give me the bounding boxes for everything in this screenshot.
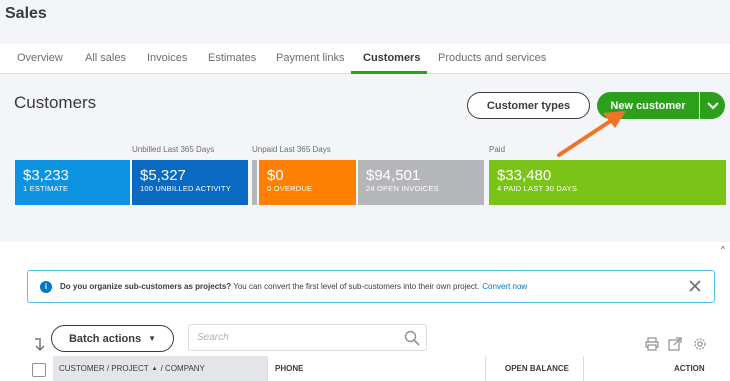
paid-subtext: 4 PAID LAST 30 DAYS — [497, 184, 578, 193]
banner-text: Do you organize sub-customers as project… — [60, 282, 479, 291]
paid-tile[interactable]: $33,480 4 PAID LAST 30 DAYS — [489, 160, 726, 205]
unpaid-bar-edge — [252, 160, 257, 205]
overdue-amount: $0 — [267, 167, 284, 184]
tab-invoices[interactable]: Invoices — [147, 52, 187, 64]
export-icon[interactable] — [668, 337, 682, 351]
column-divider — [583, 356, 584, 381]
open-invoices-subtext: 24 OPEN INVOICES — [366, 184, 439, 193]
estimate-amount: $3,233 — [23, 167, 69, 184]
gear-icon[interactable] — [693, 337, 707, 351]
paid-section-label: Paid — [489, 145, 506, 154]
unbilled-section-label: Unbilled Last 365 Days — [132, 145, 215, 154]
sub-customers-banner: i Do you organize sub-customers as proje… — [27, 270, 715, 303]
open-invoices-tile[interactable]: $94,501 24 OPEN INVOICES — [358, 160, 484, 205]
collapse-rows-icon[interactable] — [34, 336, 46, 352]
page-header-area — [0, 0, 730, 242]
unpaid-section-label: Unpaid Last 365 Days — [252, 145, 331, 154]
company-column-label: / COMPANY — [160, 364, 205, 373]
search-input[interactable] — [188, 324, 427, 351]
banner-body-text: You can convert the first level of sub-c… — [231, 282, 480, 291]
sales-customers-page: Sales Overview All sales Invoices Estima… — [0, 0, 730, 381]
unbilled-activity-tile[interactable]: $5,327 100 UNBILLED ACTIVITY — [132, 160, 248, 205]
unbilled-amount: $5,327 — [140, 167, 186, 184]
tab-payment-links[interactable]: Payment links — [276, 52, 344, 64]
caret-down-icon: ▼ — [148, 334, 157, 343]
active-tab-indicator — [351, 71, 427, 74]
unbilled-subtext: 100 UNBILLED ACTIVITY — [140, 184, 231, 193]
collapse-caret-icon[interactable]: ^ — [721, 245, 725, 254]
paid-amount: $33,480 — [497, 167, 552, 184]
chevron-down-icon — [706, 101, 719, 109]
customer-column-label: CUSTOMER / PROJECT — [59, 364, 149, 373]
estimate-subtext: 1 ESTIMATE — [23, 184, 69, 193]
overdue-tile[interactable]: $0 0 OVERDUE — [259, 160, 356, 205]
open-balance-column-header[interactable]: OPEN BALANCE — [505, 356, 569, 381]
sort-ascending-icon: ▲ — [151, 365, 158, 372]
tab-products-and-services[interactable]: Products and services — [438, 52, 546, 64]
phone-column-header[interactable]: PHONE — [275, 356, 303, 381]
new-customer-button[interactable]: New customer — [597, 92, 699, 119]
tab-customers[interactable]: Customers — [363, 52, 420, 64]
overdue-subtext: 0 OVERDUE — [267, 184, 313, 193]
app-title: Sales — [5, 5, 47, 22]
page-title: Customers — [14, 93, 97, 112]
tab-all-sales[interactable]: All sales — [85, 52, 126, 64]
customer-column-header[interactable]: CUSTOMER / PROJECT ▲ / COMPANY — [53, 356, 267, 381]
convert-now-link[interactable]: Convert now — [482, 282, 527, 291]
banner-bold-text: Do you organize sub-customers as project… — [60, 282, 232, 291]
info-icon: i — [40, 280, 52, 293]
customer-types-button[interactable]: Customer types — [467, 92, 590, 119]
batch-actions-button[interactable]: Batch actions ▼ — [51, 325, 174, 352]
tab-overview[interactable]: Overview — [17, 52, 63, 64]
action-column-header: ACTION — [674, 364, 705, 373]
column-divider — [485, 356, 486, 381]
estimate-tile[interactable]: $3,233 1 ESTIMATE — [15, 160, 130, 205]
column-divider — [267, 356, 268, 381]
batch-actions-label: Batch actions — [68, 332, 142, 345]
open-invoices-amount: $94,501 — [366, 167, 421, 184]
tab-bar: Overview All sales Invoices Estimates Pa… — [0, 44, 730, 74]
search-icon[interactable] — [404, 330, 420, 346]
select-all-checkbox[interactable] — [32, 363, 46, 377]
print-icon[interactable] — [645, 337, 659, 351]
tab-estimates[interactable]: Estimates — [208, 52, 256, 64]
close-icon[interactable] — [688, 279, 702, 293]
